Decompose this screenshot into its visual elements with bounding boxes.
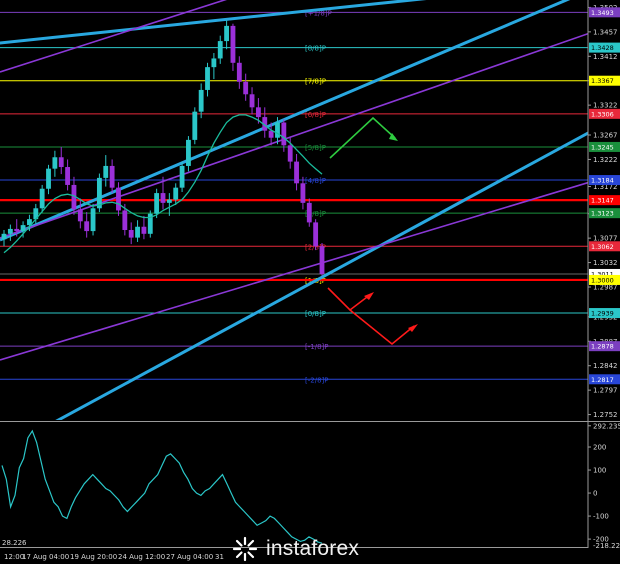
price-tick-label: 1.3222 (593, 156, 618, 164)
instaforex-logo-icon (232, 536, 258, 562)
candle-body (20, 225, 26, 232)
candle-body (90, 208, 96, 232)
candle-body (300, 183, 306, 203)
candle-body (198, 89, 204, 112)
murrey-level-label: [8/8]P (305, 45, 326, 53)
cci-tick-label: 0 (593, 490, 597, 498)
time-axis-label: 24 Aug 12:00 (118, 553, 165, 561)
price-tick-label: 1.3322 (593, 102, 618, 110)
time-axis-label: 27 Aug 04:00 (166, 553, 213, 561)
price-tag-label: 1.3367 (591, 77, 614, 85)
candle-body (103, 165, 109, 178)
price-tick-label: 1.2797 (593, 387, 618, 395)
instaforex-watermark: instaforex (232, 536, 359, 562)
price-tick-label: 1.3032 (593, 259, 618, 267)
cci-tick-label: 200 (593, 444, 606, 452)
price-tag-label: 1.2878 (591, 343, 614, 351)
candle-body (46, 168, 51, 189)
price-tag-label: 1.2817 (591, 376, 614, 384)
candle-body (1, 233, 7, 240)
price-tick-label: 1.2752 (593, 411, 618, 419)
price-tag-label: 1.3123 (591, 210, 614, 218)
cci-tick-label: 292.2359 (593, 422, 620, 430)
candle-body (52, 157, 58, 169)
candle-body (205, 67, 210, 90)
candle-body (294, 161, 299, 184)
candle-body (313, 222, 319, 247)
candle-body (224, 25, 230, 42)
candle-body (275, 122, 280, 138)
price-tag-label: 1.3062 (591, 243, 614, 251)
candle-body (135, 226, 140, 238)
price-tag-label: 1.3000 (591, 276, 614, 284)
cci-tick-label: 100 (593, 467, 606, 475)
price-tag-label: 1.3428 (591, 44, 614, 52)
candle-body (96, 177, 102, 209)
candle-body (154, 193, 160, 214)
candle-body (319, 246, 325, 274)
candle-body (236, 62, 242, 82)
candle-body (255, 107, 261, 118)
price-tick-label: 1.3457 (593, 28, 618, 36)
murrey-level-label: [-2/8]P (305, 376, 328, 384)
price-tick-label: 1.3267 (593, 132, 618, 140)
watermark-text: instaforex (266, 537, 360, 560)
price-tag-label: 1.3306 (591, 110, 614, 118)
price-tick-label: 1.2842 (593, 362, 618, 370)
candle-body (281, 122, 287, 146)
murrey-level-label: [0/8]P (305, 310, 326, 318)
murrey-level-label: [6/8]P (305, 111, 326, 119)
candle-body (268, 130, 274, 138)
candle-body (306, 202, 312, 223)
candle-body (179, 165, 185, 188)
candle-body (58, 157, 64, 168)
murrey-level-label: [5/8]P (305, 144, 326, 152)
time-axis-labels: 12:0017 Aug 04:00 19 Aug 20:00 24 Aug 12:0… (4, 553, 224, 561)
candle-body (122, 210, 128, 230)
price-tick-label: 1.3412 (593, 53, 618, 61)
candle-body (128, 230, 134, 238)
murrey-level-label: [7/8]P (305, 78, 326, 86)
candle-body (39, 188, 45, 209)
candle-body (160, 193, 166, 203)
candle-body (141, 226, 147, 234)
time-axis-label: 31 (215, 553, 224, 561)
murrey-level-label: [-1/8]P (305, 343, 328, 351)
candle-body (217, 41, 223, 59)
candle-body (287, 145, 293, 162)
candle-body (192, 111, 198, 140)
candle-body (166, 199, 172, 203)
chart-canvas: [+1/8]P[8/8]P[7/8]P[6/8]P[5/8]P[4/8]P[3/… (0, 0, 620, 564)
cci-tick-label: -100 (593, 513, 609, 521)
candle-body (230, 25, 236, 63)
candle-body (7, 228, 13, 234)
candle-body (243, 81, 249, 95)
price-tag-label: 1.3147 (591, 197, 614, 205)
candle-body (211, 58, 217, 68)
time-axis-label: 17 Aug 04:00 (22, 553, 69, 561)
cci-bottom-left-label: 28.226 (2, 539, 27, 547)
price-tag-label: 1.3184 (591, 177, 614, 185)
price-tag-label: 1.3245 (591, 143, 614, 151)
candle-body (109, 165, 115, 188)
murrey-level-label: [4/8]P (305, 177, 326, 185)
candle-body (84, 221, 90, 232)
candle-body (65, 167, 71, 185)
candle-body (14, 228, 20, 232)
candle-body (249, 94, 255, 108)
candle-body (77, 209, 83, 222)
time-axis-label: 19 Aug 20:00 (70, 553, 117, 561)
candle-body (186, 139, 191, 166)
price-tag-label: 1.3493 (591, 9, 614, 17)
candle-body (116, 187, 121, 211)
candle-body (173, 187, 179, 200)
price-tag-label: 1.2939 (591, 310, 614, 318)
cci-bottom-right-label: -218.226 (593, 542, 620, 550)
